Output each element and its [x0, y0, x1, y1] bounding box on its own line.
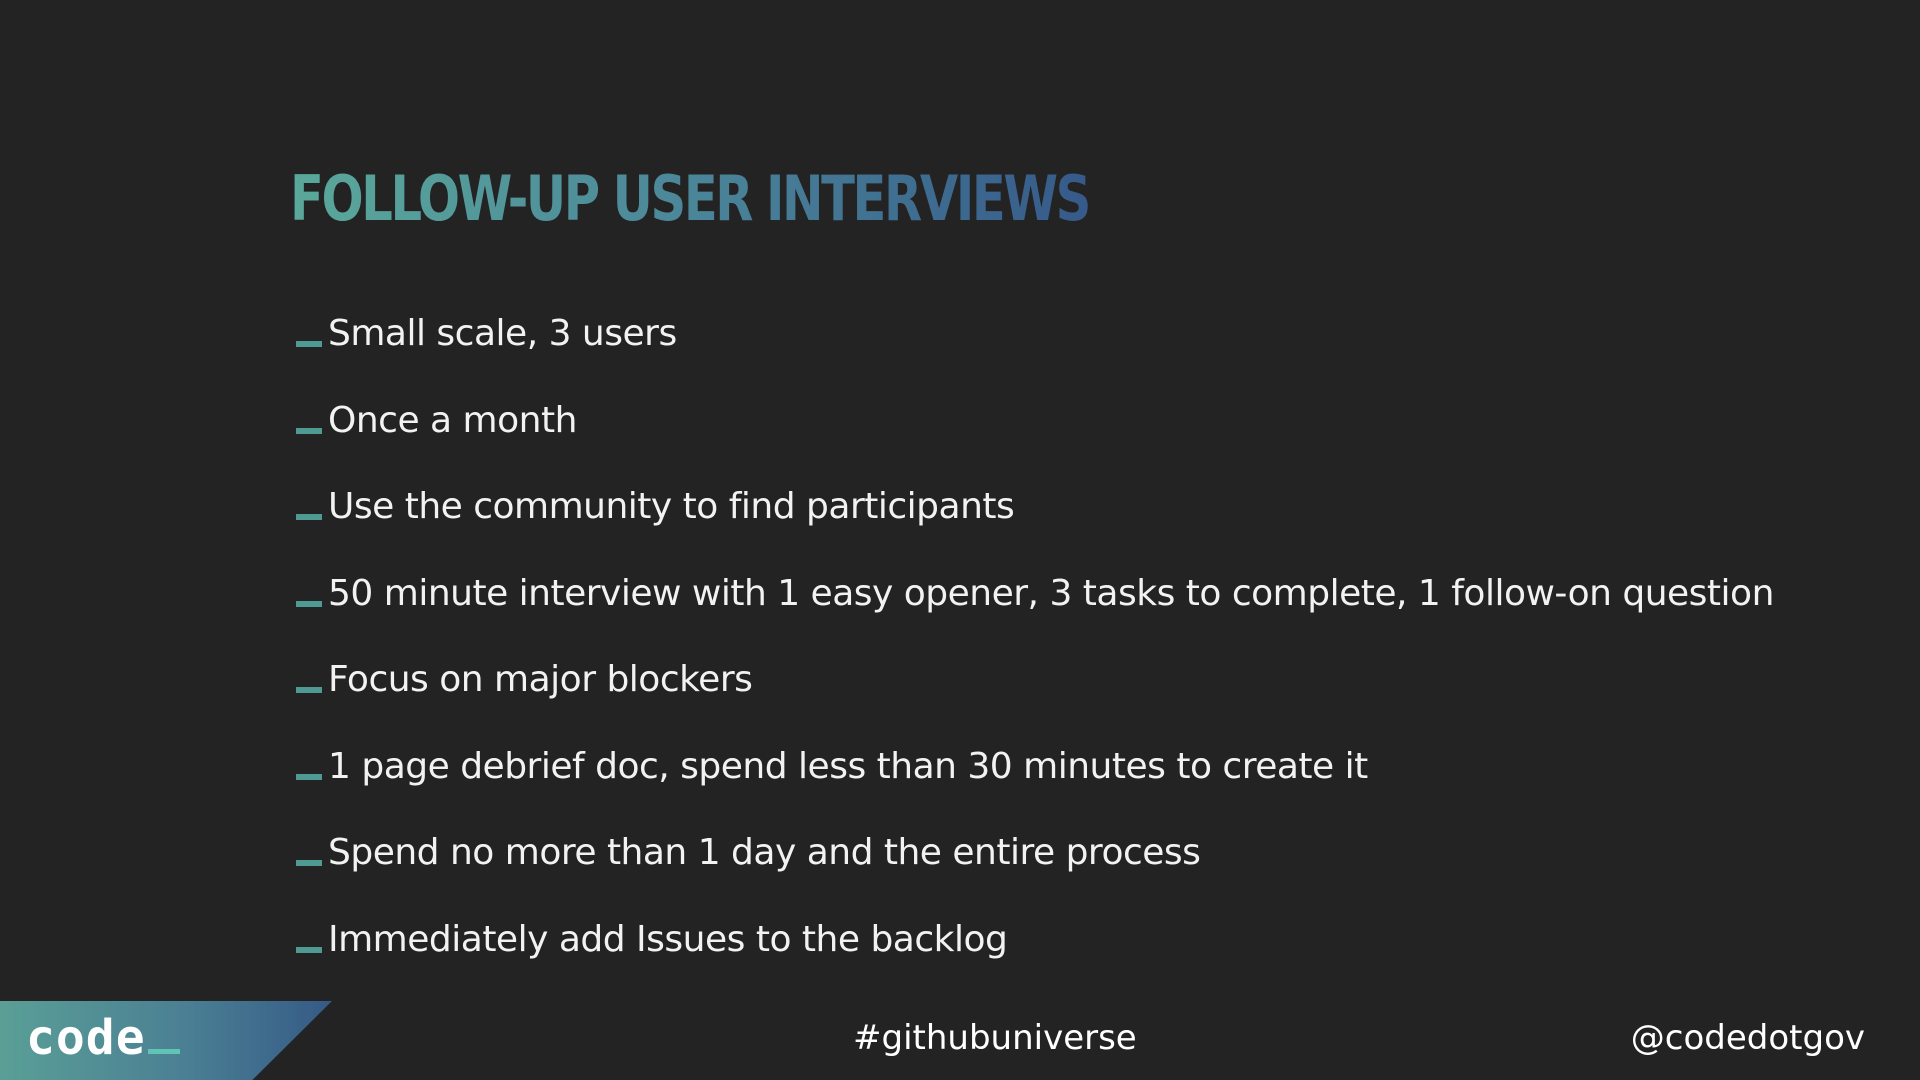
- code-logo: code: [26, 1010, 180, 1066]
- bullet-item: Use the community to find participants: [296, 478, 1774, 565]
- bullet-text: Once a month: [328, 399, 577, 441]
- bullet-item: Focus on major blockers: [296, 651, 1774, 738]
- bullet-text: 50 minute interview with 1 easy opener, …: [328, 572, 1774, 614]
- dash-bullet-icon: [296, 427, 322, 434]
- dash-bullet-icon: [296, 860, 322, 866]
- footer-handle: @codedotgov: [1630, 1018, 1865, 1058]
- bullet-text: Small scale, 3 users: [328, 313, 677, 354]
- bullet-text: Use the community to find participants: [328, 486, 1015, 527]
- bullet-text: Spend no more than 1 day and the entire …: [328, 832, 1201, 873]
- bullet-text: Focus on major blockers: [328, 659, 753, 700]
- bullet-item: Immediately add Issues to the backlog: [296, 911, 1774, 998]
- dash-bullet-icon: [296, 600, 322, 607]
- dash-bullet-icon: [296, 946, 322, 953]
- dash-bullet-icon: [296, 514, 322, 520]
- bullet-item: 1 page debrief doc, spend less than 30 m…: [296, 738, 1774, 825]
- bullet-item: Small scale, 3 users: [296, 305, 1774, 392]
- bullet-item: Once a month: [296, 392, 1774, 479]
- dash-bullet-icon: [296, 773, 322, 780]
- bullet-list: Small scale, 3 users Once a month Use th…: [296, 305, 1774, 997]
- bullet-text: Immediately add Issues to the backlog: [328, 918, 1008, 960]
- slide: FOLLOW-UP USER INTERVIEWS Small scale, 3…: [0, 0, 1920, 1080]
- footer-hashtag: #githubuniverse: [853, 1018, 1137, 1058]
- dash-bullet-icon: [296, 687, 322, 693]
- slide-title: FOLLOW-UP USER INTERVIEWS: [290, 162, 1091, 235]
- bullet-item: Spend no more than 1 day and the entire …: [296, 824, 1774, 911]
- code-logo-text: code: [26, 1010, 146, 1066]
- dash-bullet-icon: [296, 341, 322, 347]
- cursor-underscore-icon: [147, 1049, 180, 1054]
- bullet-text: 1 page debrief doc, spend less than 30 m…: [328, 745, 1368, 787]
- bullet-item: 50 minute interview with 1 easy opener, …: [296, 565, 1774, 652]
